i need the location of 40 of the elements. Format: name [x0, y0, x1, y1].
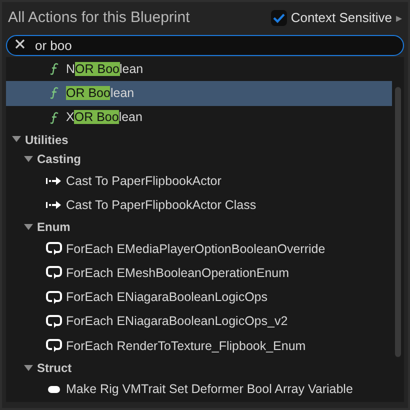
action-row[interactable]: NOR Boolean [6, 57, 392, 82]
action-item[interactable]: ForEach ENiagaraBooleanLogicOps_v2 [66, 312, 288, 332]
cast-arrow-icon [46, 176, 62, 185]
action-item: NOR Boolean [66, 60, 144, 78]
loop-icon [46, 242, 62, 256]
expand-caret-icon[interactable] [24, 364, 33, 372]
search-field[interactable]: or boo [6, 35, 404, 56]
action-item[interactable]: ForEach EMediaPlayerOptionBooleanOverride [66, 240, 326, 258]
loop-icon [46, 266, 62, 280]
loop-icon [46, 339, 62, 354]
expand-arrow[interactable]: ▸ [396, 9, 402, 27]
function-icon [50, 87, 58, 100]
panel-title: All Actions for this Blueprint [8, 8, 191, 28]
action-item: OR Boolean [66, 85, 134, 102]
expand-caret-icon[interactable] [24, 156, 33, 163]
cast-arrow-icon [46, 201, 62, 210]
action-item[interactable]: Cast To PaperFlipbookActor [66, 172, 222, 190]
action-item[interactable]: ForEach EMeshBooleanOperationEnum [66, 264, 290, 283]
clear-icon[interactable] [15, 39, 25, 49]
scrollbar-thumb[interactable] [395, 87, 401, 357]
function-icon [50, 112, 58, 124]
struct-pill-icon [48, 386, 60, 394]
loop-icon [46, 314, 62, 329]
category-label[interactable]: Casting [37, 150, 82, 168]
action-item: XOR Boolean [66, 109, 142, 126]
checkbox[interactable] [270, 10, 287, 26]
category-label[interactable]: Struct [37, 359, 72, 377]
action-item[interactable]: ForEach RenderToTexture_Flipbook_Enum [66, 336, 306, 356]
category-label[interactable]: Enum [37, 218, 70, 236]
loop-icon [46, 290, 62, 305]
checkbox-label[interactable]: Context Sensitive [290, 8, 392, 28]
action-item[interactable]: Cast To PaperFlipbookActor Class [66, 196, 256, 215]
action-row[interactable]: OR Boolean [6, 81, 392, 106]
action-item[interactable]: Make Rig VMTrait Set Deformer Bool Array Variable [66, 380, 353, 400]
expand-caret-icon[interactable] [12, 136, 21, 144]
action-item[interactable]: ForEach ENiagaraBooleanLogicOps [66, 288, 268, 307]
expand-caret-icon[interactable] [24, 224, 33, 231]
function-icon [50, 63, 58, 76]
category-label[interactable]: Utilities [25, 130, 68, 149]
action-row[interactable]: XOR Boolean [6, 106, 392, 130]
